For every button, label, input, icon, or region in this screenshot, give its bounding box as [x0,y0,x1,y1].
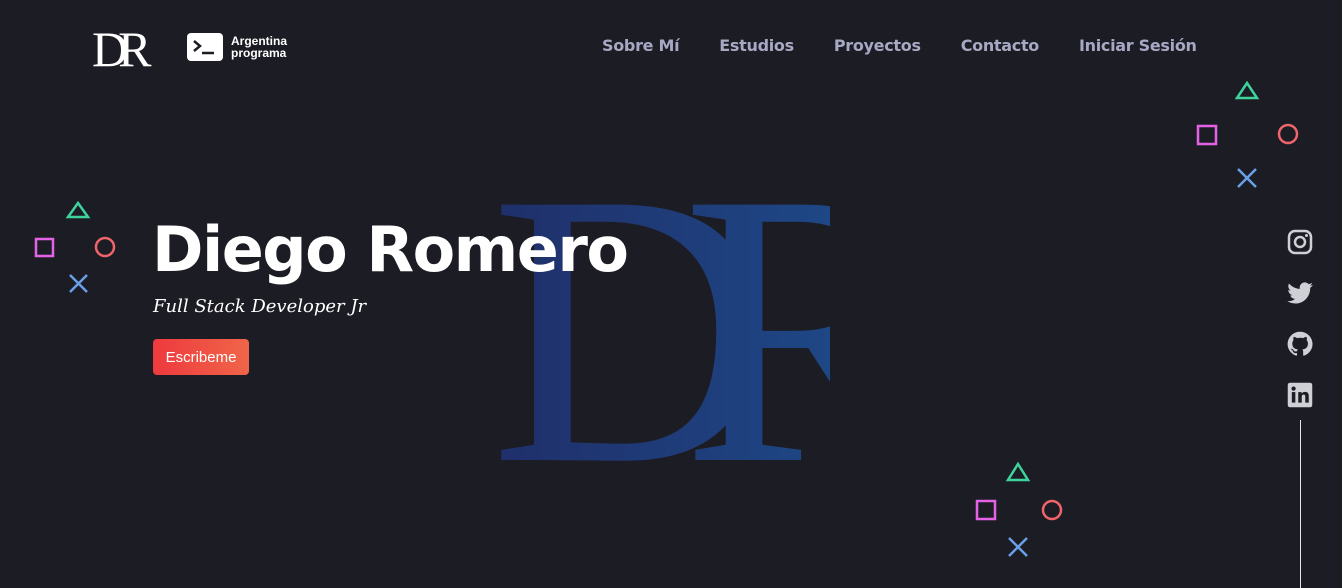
contact-button[interactable]: Escribeme [153,339,249,375]
main-nav: Sobre Mí Estudios Proyectos Contacto Ini… [602,36,1197,55]
github-icon[interactable] [1286,330,1314,358]
dr-logo-mark: DR [92,21,162,77]
nav-sobre-mi[interactable]: Sobre Mí [602,36,680,55]
terminal-icon [187,33,223,61]
hero-name: Diego Romero [152,213,629,286]
linkedin-icon[interactable] [1286,381,1314,409]
site-logo[interactable]: DR [92,21,162,77]
instagram-icon[interactable] [1286,228,1314,256]
watermark-text: DR [490,150,830,470]
nav-proyectos[interactable]: Proyectos [834,36,921,55]
social-links [1286,228,1314,409]
nav-estudios[interactable]: Estudios [719,36,794,55]
vertical-divider [1300,420,1301,588]
partner-line2: programa [231,46,287,60]
twitter-icon[interactable] [1286,279,1314,307]
game-shapes-icon [34,200,116,293]
game-shapes-icon [975,461,1063,557]
partner-name: Argentina programa [231,35,287,59]
hero-role: Full Stack Developer Jr [153,296,367,317]
nav-iniciar-sesion[interactable]: Iniciar Sesión [1079,36,1197,55]
game-shapes-icon [1196,80,1299,188]
nav-contacto[interactable]: Contacto [961,36,1040,55]
argentina-programa-logo[interactable]: Argentina programa [187,33,287,61]
logo-text: DR [92,24,152,72]
hero-watermark-logo: DR [490,113,1034,545]
